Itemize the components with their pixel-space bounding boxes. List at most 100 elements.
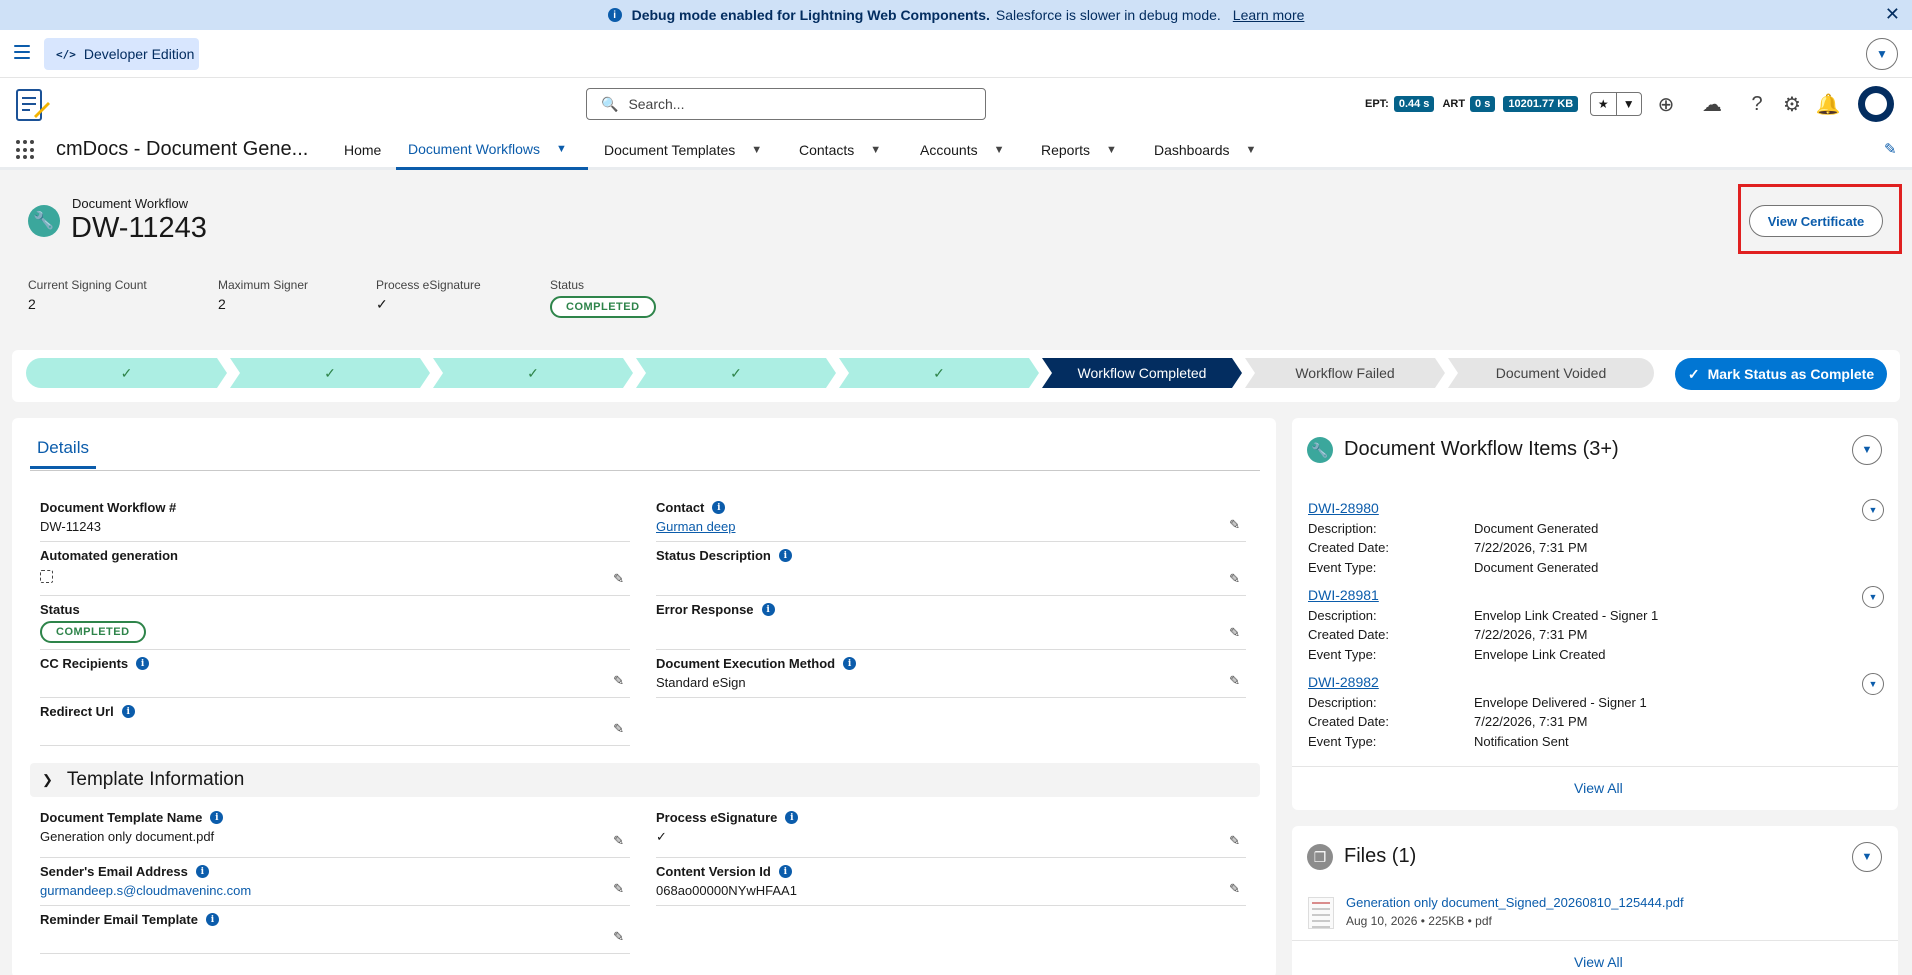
workflow-items-view-all-link[interactable]: View All <box>1574 780 1623 796</box>
developer-edition-pill[interactable]: </> Developer Edition <box>44 38 199 70</box>
chevron-down-icon[interactable]: ▼ <box>1617 93 1642 115</box>
edit-pencil-icon[interactable]: ✎ <box>613 833 624 849</box>
search-input[interactable]: 🔍 Search... <box>586 88 986 120</box>
edit-pencil-icon[interactable]: ✎ <box>1229 571 1240 587</box>
search-icon: 🔍 <box>601 95 619 112</box>
info-icon[interactable]: i <box>210 811 224 824</box>
path-stage-workflow-completed[interactable]: Workflow Completed <box>1042 358 1242 388</box>
files-title: Files (1) <box>1344 845 1417 867</box>
path-stage-4[interactable]: ✓ <box>636 358 836 388</box>
workflow-item-menu-button[interactable]: ▼ <box>1862 586 1884 608</box>
field-redirect-url: Redirect Url i ✎ <box>40 704 630 746</box>
info-icon[interactable]: i <box>195 865 209 878</box>
chevron-down-icon[interactable]: ▼ <box>870 144 881 156</box>
path-stage-1[interactable]: ✓ <box>26 358 227 388</box>
workflow-item-menu-button[interactable]: ▼ <box>1862 499 1884 521</box>
field-process-esignature: Process eSignature i ✓ ✎ <box>656 810 1246 858</box>
gear-icon[interactable]: ⚙ <box>1780 92 1804 116</box>
chevron-down-icon[interactable]: ▼ <box>994 144 1005 156</box>
edit-pencil-icon[interactable]: ✎ <box>1229 625 1240 641</box>
chevron-down-icon[interactable]: ▼ <box>1106 144 1117 156</box>
info-icon[interactable]: i <box>136 657 150 670</box>
info-icon[interactable]: i <box>778 549 792 562</box>
global-actions-icon[interactable]: ⊕ <box>1654 92 1678 116</box>
edit-pencil-icon[interactable]: ✎ <box>613 571 624 587</box>
field-status: Status COMPLETED <box>40 602 630 650</box>
workflow-items-menu-button[interactable]: ▼ <box>1852 435 1882 465</box>
debug-metrics: EPT: 0.44 s ART 0 s 10201.77 KB <box>1365 96 1586 112</box>
workflow-item-link[interactable]: DWI-28982 <box>1308 674 1379 690</box>
nav-item-contacts[interactable]: Contacts ▼ <box>799 130 881 170</box>
field-document-workflow-number: Document Workflow # DW-11243 <box>40 500 630 542</box>
ept-value: 0.44 s <box>1393 96 1435 112</box>
path-stage-3[interactable]: ✓ <box>433 358 633 388</box>
files-view-all-link[interactable]: View All <box>1574 954 1623 970</box>
star-icon[interactable]: ★ <box>1591 93 1617 115</box>
sender-email-link[interactable]: gurmandeep.s@cloudmaveninc.com <box>40 883 251 898</box>
help-icon[interactable]: ? <box>1745 92 1769 116</box>
contact-link[interactable]: Gurman deep <box>656 519 736 534</box>
edit-pencil-icon[interactable]: ✎ <box>613 929 624 945</box>
avatar[interactable] <box>1858 86 1894 122</box>
path-stage-5[interactable]: ✓ <box>839 358 1039 388</box>
tab-details[interactable]: Details <box>30 438 96 469</box>
info-icon[interactable]: i <box>785 811 799 824</box>
chevron-down-icon[interactable]: ▼ <box>751 144 762 156</box>
hamburger-menu-icon[interactable] <box>14 45 30 59</box>
chevron-down-icon: ▼ <box>1861 851 1873 863</box>
view-certificate-button[interactable]: View Certificate <box>1749 205 1883 237</box>
edit-pencil-icon[interactable]: ✎ <box>1229 881 1240 897</box>
edition-label: Developer Edition <box>83 46 195 62</box>
edit-pencil-icon[interactable]: ✎ <box>1229 517 1240 533</box>
info-icon[interactable]: i <box>121 705 135 718</box>
edit-nav-pencil-icon[interactable]: ✎ <box>1884 140 1897 158</box>
divider <box>1292 940 1898 941</box>
chevron-down-icon: ❯ <box>42 772 53 787</box>
nav-item-reports[interactable]: Reports ▼ <box>1041 130 1117 170</box>
edit-pencil-icon[interactable]: ✎ <box>1229 673 1240 689</box>
workflow-item-link[interactable]: DWI-28981 <box>1308 587 1379 603</box>
path-stage-2[interactable]: ✓ <box>230 358 430 388</box>
pdf-thumbnail-icon[interactable] <box>1308 897 1334 929</box>
chevron-down-icon[interactable]: ▼ <box>556 143 567 155</box>
info-icon[interactable]: i <box>778 865 792 878</box>
nav-item-document-templates[interactable]: Document Templates ▼ <box>604 130 762 170</box>
workflow-item-link[interactable]: DWI-28980 <box>1308 500 1379 516</box>
app-launcher-icon[interactable] <box>16 140 36 160</box>
learn-more-link[interactable]: Learn more <box>1233 7 1305 23</box>
debug-banner-text: Salesforce is slower in debug mode. <box>995 7 1221 23</box>
info-icon[interactable]: i <box>761 603 775 616</box>
field-label: Description: <box>1308 608 1377 623</box>
nav-item-home[interactable]: Home <box>344 130 381 170</box>
path-stage-document-voided[interactable]: Document Voided <box>1448 358 1654 388</box>
trailhead-icon[interactable]: ☁ <box>1700 92 1724 116</box>
tabs-divider <box>30 470 1260 471</box>
bell-icon[interactable]: 🔔 <box>1816 92 1841 116</box>
edit-pencil-icon[interactable]: ✎ <box>613 721 624 737</box>
file-link[interactable]: Generation only document_Signed_20260810… <box>1346 895 1684 910</box>
template-information-section[interactable]: ❯ Template Information <box>30 763 1260 797</box>
info-icon[interactable]: i <box>205 913 219 926</box>
mark-status-complete-button[interactable]: ✓ Mark Status as Complete <box>1675 358 1887 390</box>
edit-pencil-icon[interactable]: ✎ <box>613 673 624 689</box>
utility-menu-button[interactable]: ▼ <box>1866 38 1898 70</box>
utility-bar: </> Developer Edition ▼ <box>0 30 1912 78</box>
workflow-item-menu-button[interactable]: ▼ <box>1862 673 1884 695</box>
field-value: Envelope Link Created <box>1474 647 1606 662</box>
files-menu-button[interactable]: ▼ <box>1852 842 1882 872</box>
edit-pencil-icon[interactable]: ✎ <box>1229 833 1240 849</box>
close-icon[interactable]: ✕ <box>1885 4 1900 25</box>
nav-item-accounts[interactable]: Accounts ▼ <box>920 130 1004 170</box>
favorites-group[interactable]: ★ ▼ <box>1590 92 1642 116</box>
debug-banner: i Debug mode enabled for Lightning Web C… <box>0 0 1912 30</box>
info-icon[interactable]: i <box>843 657 857 670</box>
files-icon: ❐ <box>1307 844 1333 870</box>
nav-item-dashboards[interactable]: Dashboards ▼ <box>1154 130 1256 170</box>
info-icon[interactable]: i <box>712 501 726 514</box>
chevron-down-icon[interactable]: ▼ <box>1246 144 1257 156</box>
edit-pencil-icon[interactable]: ✎ <box>613 881 624 897</box>
nav-item-document-workflows[interactable]: Document Workflows ▼ <box>396 130 588 170</box>
field-error-response: Error Response i ✎ <box>656 602 1246 650</box>
field-sender-email: Sender's Email Address i gurmandeep.s@clo… <box>40 864 630 906</box>
path-stage-workflow-failed[interactable]: Workflow Failed <box>1245 358 1445 388</box>
